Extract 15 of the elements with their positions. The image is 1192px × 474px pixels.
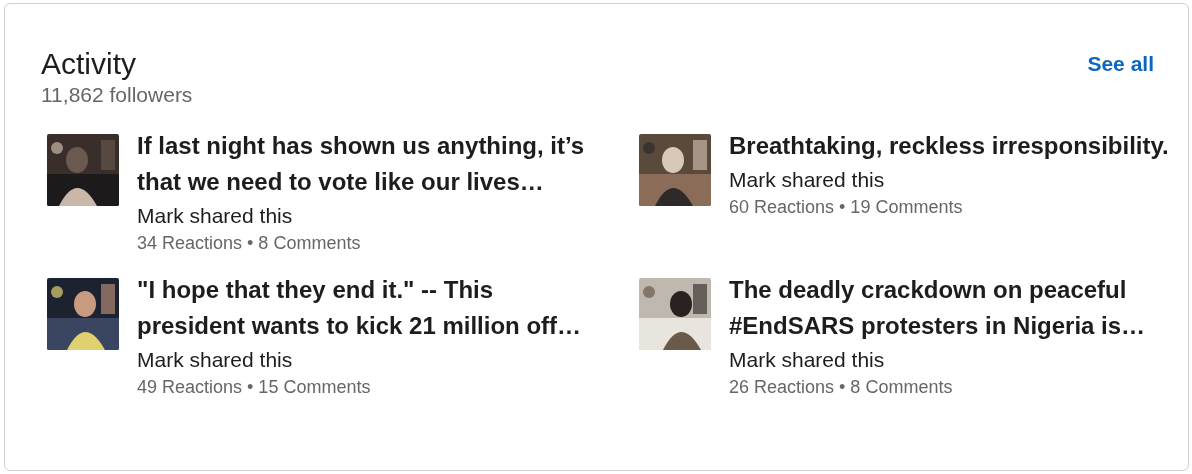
post-byline: Mark shared this (137, 347, 294, 373)
section-title: Activity (41, 46, 137, 82)
post-title[interactable]: Breathtaking, reckless irresponsibility. (729, 128, 1191, 164)
post-byline: Mark shared this (729, 347, 886, 373)
post-title[interactable]: "I hope that they end it." -- This president wants to kick 21 million off… (137, 272, 599, 344)
post-byline: Mark shared this (137, 203, 294, 229)
post-stats[interactable]: 34 Reactions • 8 Comments (137, 230, 599, 256)
post-title[interactable]: The deadly crackdown on peaceful #EndSARS protesters in Nigeria is… (729, 272, 1191, 344)
post-stats[interactable]: 49 Reactions • 15 Comments (137, 374, 599, 400)
post-title[interactable]: If last night has shown us anything, it’s that we need to vote like our lives… (137, 128, 599, 200)
see-all-link[interactable]: See all (1087, 52, 1154, 76)
post-byline: Mark shared this (729, 167, 886, 193)
post-stats[interactable]: 60 Reactions • 19 Comments (729, 194, 1191, 220)
post-stats[interactable]: 26 Reactions • 8 Comments (729, 374, 1191, 400)
followers-count: 11,862 followers (41, 82, 193, 108)
